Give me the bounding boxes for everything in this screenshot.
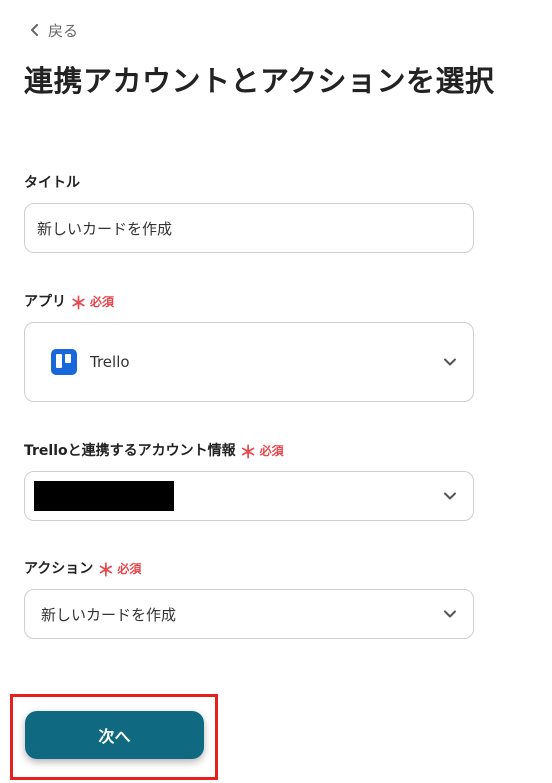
page-title: 連携アカウントとアクションを選択 [24, 64, 495, 98]
app-field-label: アプリ ＊ 必須 [24, 293, 115, 314]
back-label: 戻る [48, 21, 79, 40]
chevron-down-icon [444, 358, 456, 366]
chevron-down-icon [444, 492, 456, 500]
required-badge: ＊ 必須 [97, 560, 142, 581]
redacted-account-value [34, 481, 174, 511]
app-select-value: Trello [90, 353, 130, 371]
account-field-label: Trelloと連携するアカウント情報 ＊ 必須 [24, 442, 284, 463]
required-asterisk-icon: ＊ [70, 293, 87, 314]
trello-logo-icon [51, 349, 77, 375]
title-field-label: タイトル [24, 175, 80, 191]
title-input-value: 新しいカードを作成 [37, 219, 173, 238]
title-input[interactable]: 新しいカードを作成 [24, 203, 474, 253]
chevron-down-icon [444, 610, 456, 618]
action-select[interactable]: 新しいカードを作成 [24, 589, 474, 639]
chevron-left-icon [31, 24, 38, 36]
required-asterisk-icon: ＊ [239, 442, 257, 463]
back-link[interactable]: 戻る [30, 18, 78, 42]
required-badge: ＊ 必須 [70, 293, 115, 314]
app-select[interactable]: Trello [24, 322, 474, 402]
action-select-value: 新しいカードを作成 [41, 605, 177, 624]
account-select[interactable] [24, 471, 474, 521]
action-field-label: アクション ＊ 必須 [24, 560, 142, 581]
next-button[interactable]: 次へ [25, 711, 204, 759]
required-asterisk-icon: ＊ [97, 560, 115, 581]
required-badge: ＊ 必須 [239, 442, 284, 463]
